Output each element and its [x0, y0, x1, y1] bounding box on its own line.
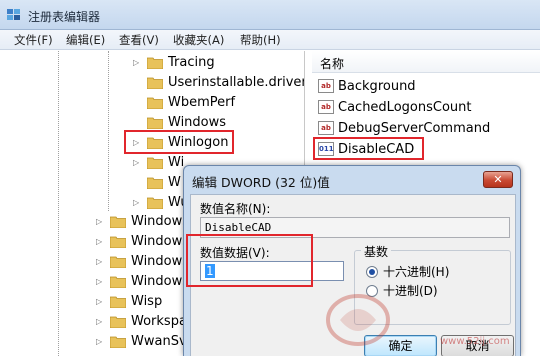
- folder-icon: [110, 316, 126, 328]
- folder-icon: [147, 157, 163, 169]
- tree-node-label: W: [168, 174, 181, 190]
- regedit-icon: [7, 9, 20, 20]
- menu-view[interactable]: 查看(V): [119, 32, 159, 48]
- tree-node-label: Tracing: [168, 54, 215, 70]
- menu-bar: 文件(F) 编辑(E) 查看(V) 收藏夹(A) 帮助(H): [0, 30, 540, 50]
- menu-favorites[interactable]: 收藏夹(A): [173, 32, 224, 48]
- dialog-title: 编辑 DWORD (32 位)值: [192, 175, 330, 190]
- tree-node-label: Windows: [131, 253, 190, 269]
- expand-arrow-icon[interactable]: ▷: [96, 297, 106, 306]
- tree-node-label: Windows: [131, 233, 190, 249]
- tree-node-label: Windows: [168, 114, 227, 130]
- expand-arrow-icon[interactable]: ▷: [96, 257, 106, 266]
- list-item-label: Background: [338, 78, 416, 94]
- tree-node-label: Wisp: [131, 293, 163, 309]
- tree-guide-line: [108, 51, 109, 211]
- tree-node-label: Userinstallable.driver: [168, 74, 305, 90]
- tree-node-label: Windows: [131, 213, 190, 229]
- tree-node-tracing[interactable]: ▷ Tracing: [133, 52, 215, 72]
- folder-icon: [147, 77, 163, 89]
- tree-node-label: Windows: [131, 273, 190, 289]
- folder-icon: [110, 276, 126, 288]
- folder-icon: [147, 57, 163, 69]
- expand-arrow-icon[interactable]: ▷: [96, 277, 106, 286]
- folder-icon: [147, 177, 163, 189]
- expand-arrow-icon[interactable]: ▷: [96, 217, 106, 226]
- tree-node-windows[interactable]: Windows: [133, 112, 226, 132]
- ok-button[interactable]: 确定: [364, 335, 437, 356]
- highlight-value-data: [186, 234, 313, 287]
- title-bar: 注册表编辑器: [0, 0, 540, 30]
- expand-arrow-icon[interactable]: ▷: [96, 317, 106, 326]
- radio-decimal[interactable]: 十进制(D): [366, 282, 438, 299]
- tree-node-windows-4[interactable]: ▷ Windows: [96, 251, 189, 271]
- string-value-icon: ab: [318, 100, 334, 114]
- tree-node-wu[interactable]: ▷ Wu: [133, 192, 189, 212]
- tree-node-label: Workspa: [131, 313, 187, 329]
- tree-guide-line: [58, 51, 59, 356]
- folder-icon: [110, 236, 126, 248]
- menu-help[interactable]: 帮助(H): [240, 32, 281, 48]
- folder-icon: [147, 97, 163, 109]
- radio-selected-icon: [366, 265, 378, 278]
- tree-node-windows-2[interactable]: ▷ Windows: [96, 211, 189, 231]
- tree-node-wi[interactable]: ▷ Wi: [133, 152, 184, 172]
- string-value-icon: ab: [318, 121, 334, 135]
- tree-node-windows-5[interactable]: ▷ Windows: [96, 271, 189, 291]
- tree-node-label: WbemPerf: [168, 94, 236, 110]
- column-header-label: 名称: [320, 57, 345, 71]
- tree-node-windows-3[interactable]: ▷ Windows: [96, 231, 189, 251]
- menu-file[interactable]: 文件(F): [14, 32, 53, 48]
- list-item-label: CachedLogonsCount: [338, 99, 472, 115]
- tree-node-w[interactable]: W: [133, 172, 181, 192]
- expand-arrow-icon[interactable]: ▷: [133, 58, 143, 67]
- tree-node-workspace[interactable]: ▷ Workspa: [96, 311, 187, 331]
- highlight-disablecad: [313, 137, 424, 160]
- expand-arrow-icon[interactable]: ▷: [133, 198, 143, 207]
- radio-unselected-icon: [366, 284, 378, 297]
- watermark-url: www.52ij.com: [440, 336, 510, 347]
- tree-node-wisp[interactable]: ▷ Wisp: [96, 291, 162, 311]
- folder-icon: [110, 256, 126, 268]
- radio-hexadecimal[interactable]: 十六进制(H): [366, 263, 449, 280]
- expand-arrow-icon[interactable]: ▷: [133, 158, 143, 167]
- folder-icon: [110, 296, 126, 308]
- close-button[interactable]: ✕: [483, 171, 513, 188]
- tree-node-userinstallable[interactable]: Userinstallable.driver: [133, 72, 305, 92]
- highlight-winlogon: [124, 130, 234, 154]
- tree-node-wwansvc[interactable]: ▷ WwanSvc: [96, 331, 194, 351]
- folder-icon: [147, 117, 163, 129]
- radio-hex-label: 十六进制(H): [383, 265, 450, 279]
- list-item-label: DebugServerCommand: [338, 120, 491, 136]
- tree-node-label: Wi: [168, 154, 185, 170]
- string-value-icon: ab: [318, 79, 334, 93]
- column-header-name[interactable]: 名称: [312, 51, 540, 73]
- value-name-label: 数值名称(N):: [200, 202, 271, 216]
- menu-edit[interactable]: 编辑(E): [66, 32, 105, 48]
- expand-arrow-icon[interactable]: ▷: [96, 237, 106, 246]
- folder-icon: [110, 336, 126, 348]
- expand-arrow-icon[interactable]: ▷: [96, 337, 106, 346]
- base-group-title: 基数: [361, 243, 392, 260]
- folder-icon: [110, 216, 126, 228]
- list-item-cachedlogonscount[interactable]: ab CachedLogonsCount: [318, 97, 471, 117]
- list-item-background[interactable]: ab Background: [318, 76, 416, 96]
- radio-dec-label: 十进制(D): [383, 284, 438, 298]
- list-item-debugservercommand[interactable]: ab DebugServerCommand: [318, 118, 490, 138]
- folder-icon: [147, 197, 163, 209]
- tree-node-wbemperf[interactable]: WbemPerf: [133, 92, 235, 112]
- window-title: 注册表编辑器: [28, 10, 101, 24]
